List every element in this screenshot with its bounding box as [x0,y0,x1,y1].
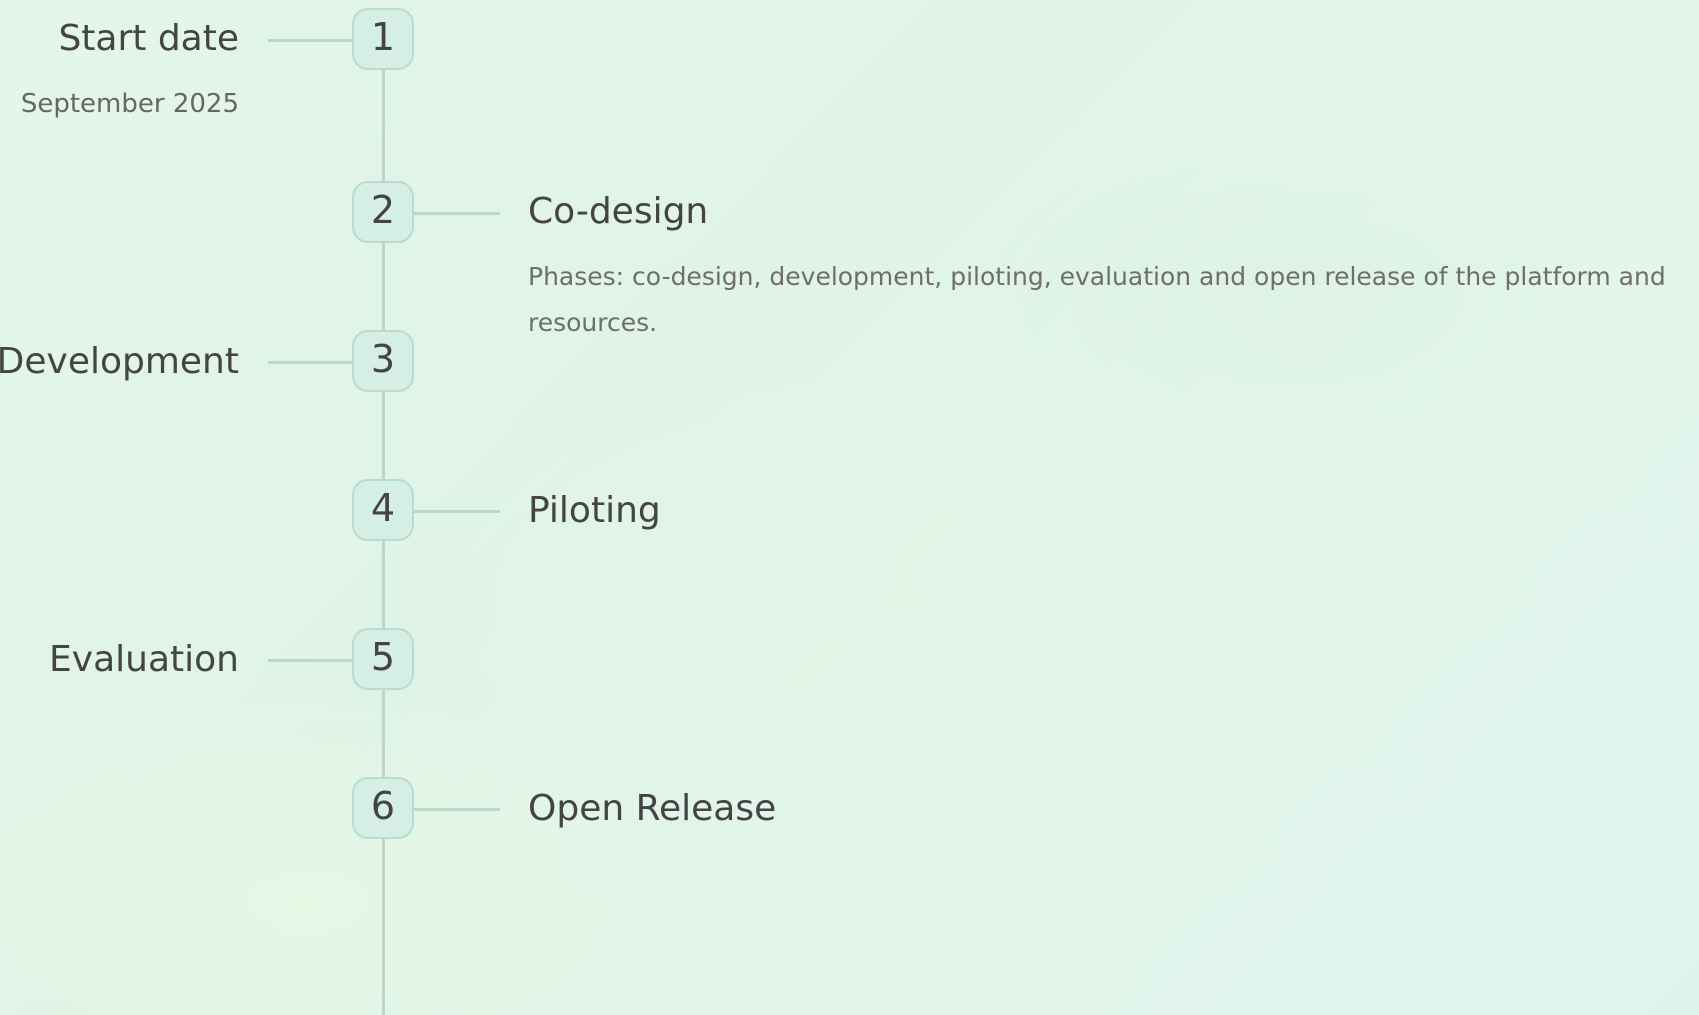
step-5-title: Evaluation [49,639,239,680]
connector-step-4 [413,510,500,513]
connector-step-6 [413,808,500,811]
step-2-marker: 2 [352,181,414,243]
step-1-marker: 1 [352,8,414,70]
connector-step-1 [268,39,354,42]
step-4-title: Piloting [528,490,661,531]
step-1-date: September 2025 [20,89,239,119]
step-5-marker: 5 [352,628,414,690]
step-2-description: Phases: co-design, development, piloting… [528,262,1666,337]
connector-step-5 [268,659,354,662]
step-2-title: Co-design [528,191,709,232]
step-4-marker: 4 [352,479,414,541]
step-3-marker: 3 [352,330,414,392]
step-6-marker: 6 [352,777,414,839]
step-6-title: Open Release [528,788,777,829]
step-3-title: Development [0,341,239,382]
connector-step-2 [413,212,500,215]
connector-step-3 [268,361,354,364]
step-1-title: Start date [58,18,239,59]
